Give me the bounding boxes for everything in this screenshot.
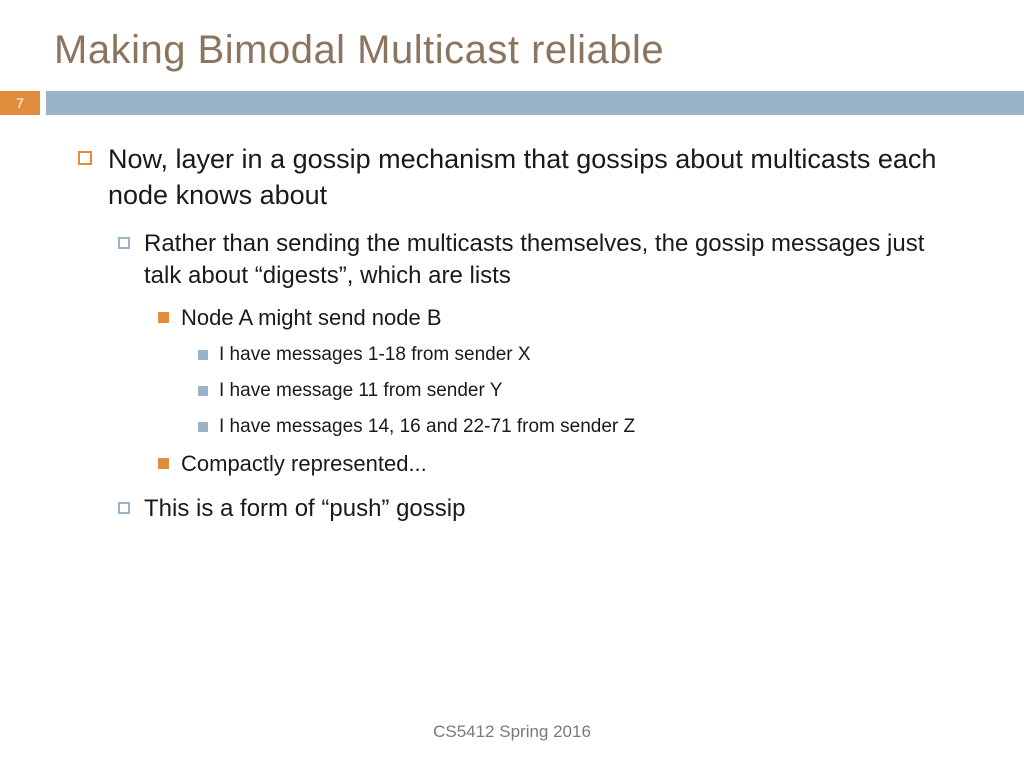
square-outline-bullet-icon xyxy=(118,237,130,249)
slide-content: Now, layer in a gossip mechanism that go… xyxy=(0,115,1024,525)
divider-row: 7 xyxy=(0,91,1024,115)
bullet-text: Rather than sending the multicasts thems… xyxy=(144,228,964,293)
divider-bar xyxy=(46,91,1024,115)
bullet-level3: Node A might send node B xyxy=(158,303,964,333)
slide-footer: CS5412 Spring 2016 xyxy=(0,722,1024,742)
bullet-level2: This is a form of “push” gossip xyxy=(118,493,964,525)
square-filled-bullet-icon xyxy=(198,350,208,360)
bullet-level4: I have message 11 from sender Y xyxy=(198,378,964,404)
bullet-text: Now, layer in a gossip mechanism that go… xyxy=(108,141,964,214)
bullet-text: This is a form of “push” gossip xyxy=(144,493,465,525)
bullet-level1: Now, layer in a gossip mechanism that go… xyxy=(78,141,964,214)
bullet-text: Compactly represented... xyxy=(181,449,427,479)
bullet-level2: Rather than sending the multicasts thems… xyxy=(118,228,964,293)
slide-title: Making Bimodal Multicast reliable xyxy=(0,0,1024,91)
square-filled-bullet-icon xyxy=(198,422,208,432)
slide-number-badge: 7 xyxy=(0,91,40,115)
bullet-level3: Compactly represented... xyxy=(158,449,964,479)
bullet-level4: I have messages 1-18 from sender X xyxy=(198,342,964,368)
bullet-level4: I have messages 14, 16 and 22-71 from se… xyxy=(198,414,964,440)
square-filled-bullet-icon xyxy=(158,458,169,469)
square-outline-bullet-icon xyxy=(78,151,92,165)
bullet-text: I have message 11 from sender Y xyxy=(219,378,502,404)
bullet-text: Node A might send node B xyxy=(181,303,442,333)
bullet-text: I have messages 1-18 from sender X xyxy=(219,342,531,368)
square-filled-bullet-icon xyxy=(158,312,169,323)
square-outline-bullet-icon xyxy=(118,502,130,514)
bullet-text: I have messages 14, 16 and 22-71 from se… xyxy=(219,414,635,440)
square-filled-bullet-icon xyxy=(198,386,208,396)
